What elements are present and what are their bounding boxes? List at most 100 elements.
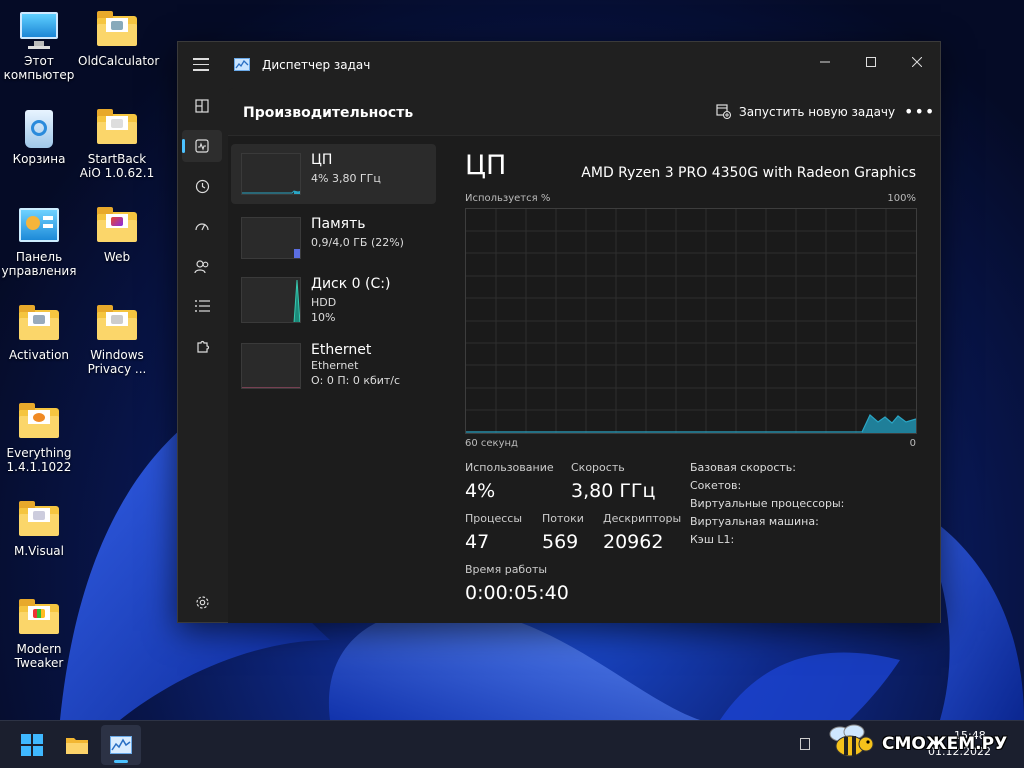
resource-disk[interactable]: Диск 0 (C:) HDD 10% xyxy=(231,268,436,328)
nav-services[interactable] xyxy=(182,330,222,362)
desktop-icon-oldcalculator[interactable]: OldCalculator xyxy=(78,10,160,68)
new-task-icon xyxy=(716,104,731,119)
gear-icon xyxy=(195,595,209,609)
more-options-button[interactable]: ••• xyxy=(904,102,935,121)
spec-virtual-machine: Виртуальная машина: xyxy=(690,515,819,528)
processes-value: 47 xyxy=(465,531,490,553)
graph-label-time: 60 секунд xyxy=(465,438,518,449)
resource-detail: 4% 3,80 ГГц xyxy=(311,172,381,185)
history-icon xyxy=(195,179,209,193)
nav-processes[interactable] xyxy=(182,90,222,122)
speedometer-icon xyxy=(195,223,209,231)
page-header: Производительность Запустить новую задач… xyxy=(228,88,940,136)
cpu-usage-graph xyxy=(465,208,917,434)
folder-icon xyxy=(95,108,139,148)
handles-value: 20962 xyxy=(603,531,664,553)
run-new-task-button[interactable]: Запустить новую задачу xyxy=(716,104,895,119)
title-bar[interactable]: Диспетчер задач xyxy=(178,42,940,88)
handles-label: Дескрипторы xyxy=(603,512,682,525)
speed-value: 3,80 ГГц xyxy=(571,480,656,502)
desktop-icon-label: Everything 1.4.1.1022 xyxy=(6,446,72,474)
tray-notification-icon[interactable] xyxy=(800,738,810,750)
maximize-button[interactable] xyxy=(848,48,894,76)
desktop-icon-label: StartBack AiO 1.0.62.1 xyxy=(79,152,155,180)
resource-name: ЦП xyxy=(311,152,333,168)
nav-rail xyxy=(178,88,226,623)
page-title: Производительность xyxy=(243,105,414,121)
file-explorer-button[interactable] xyxy=(57,725,97,765)
users-icon xyxy=(194,259,209,273)
folder-icon xyxy=(95,206,139,246)
window-title: Диспетчер задач xyxy=(262,58,371,72)
desktop-icon-label: Modern Tweaker xyxy=(14,642,64,670)
folder-icon xyxy=(95,304,139,344)
processes-label: Процессы xyxy=(465,512,523,525)
nav-details[interactable] xyxy=(182,290,222,322)
recycle-bin-icon xyxy=(17,108,61,148)
resource-memory[interactable]: Память 0,9/4,0 ГБ (22%) xyxy=(231,208,436,268)
spec-sockets: Сокетов: xyxy=(690,479,742,492)
resource-ethernet[interactable]: Ethernet Ethernet О: 0 П: 0 кбит/с xyxy=(231,334,436,394)
nav-app-history[interactable] xyxy=(182,170,222,202)
nav-startup[interactable] xyxy=(182,210,222,242)
graph-label-max: 100% xyxy=(887,193,916,204)
resource-name: Память xyxy=(311,216,366,232)
watermark-text: СМОЖЕМ.РУ xyxy=(882,734,1008,754)
nav-settings[interactable] xyxy=(182,586,222,618)
folder-icon xyxy=(17,500,61,540)
task-manager-app-icon xyxy=(234,58,250,71)
desktop-icon-label: Панель управления xyxy=(1,250,77,278)
resource-cpu[interactable]: ЦП 4% 3,80 ГГц xyxy=(231,144,436,204)
nav-performance[interactable] xyxy=(182,130,222,162)
run-new-task-label: Запустить новую задачу xyxy=(739,104,896,119)
speed-label: Скорость xyxy=(571,461,625,474)
desktop-icon-recycle-bin[interactable]: Корзина xyxy=(0,108,78,166)
control-panel-icon xyxy=(17,206,61,246)
list-icon xyxy=(194,300,210,312)
desktop-icon-startback[interactable]: StartBack AiO 1.0.62.1 xyxy=(78,108,156,180)
desktop-icon-mvisual[interactable]: M.Visual xyxy=(0,500,78,558)
desktop-icon-windows-privacy[interactable]: Windows Privacy ... xyxy=(78,304,156,376)
folder-icon xyxy=(17,598,61,638)
graph-label-usage: Используется % xyxy=(465,193,551,204)
memory-mini-graph xyxy=(241,217,301,259)
folder-icon xyxy=(95,10,139,50)
desktop-icon-label: Windows Privacy ... xyxy=(87,348,147,376)
folder-icon xyxy=(17,304,61,344)
cpu-title: ЦП xyxy=(465,150,507,181)
resource-detail: 0,9/4,0 ГБ (22%) xyxy=(311,236,404,249)
desktop-icon-web[interactable]: Web xyxy=(78,206,156,264)
desktop-icon-label: Activation xyxy=(8,348,70,362)
desktop-icon-label: OldCalculator xyxy=(78,54,160,68)
resource-detail: HDD xyxy=(311,296,337,309)
nav-users[interactable] xyxy=(182,250,222,282)
desktop-icon-activation[interactable]: Activation xyxy=(0,304,78,362)
threads-label: Потоки xyxy=(542,512,584,525)
desktop-icon-modern-tweaker[interactable]: Modern Tweaker xyxy=(0,598,78,670)
close-button[interactable] xyxy=(894,48,940,76)
folder-icon xyxy=(66,738,88,754)
puzzle-icon xyxy=(196,340,209,353)
minimize-icon xyxy=(820,61,830,63)
start-button[interactable] xyxy=(12,725,52,765)
disk-mini-graph xyxy=(241,277,301,323)
computer-icon xyxy=(17,10,61,50)
hamburger-menu-icon[interactable] xyxy=(193,58,209,72)
performance-page: Производительность Запустить новую задач… xyxy=(228,88,940,623)
desktop-icon-control-panel[interactable]: Панель управления xyxy=(0,206,78,278)
performance-icon xyxy=(195,139,209,153)
uptime-value: 0:00:05:40 xyxy=(465,582,569,604)
minimize-button[interactable] xyxy=(802,48,848,76)
task-manager-taskbar-button[interactable] xyxy=(101,725,141,765)
desktop-icon-this-pc[interactable]: Этот компьютер xyxy=(0,10,78,82)
uptime-label: Время работы xyxy=(465,563,548,576)
desktop-icon-label: Web xyxy=(103,250,131,264)
site-watermark: СМОЖЕМ.РУ xyxy=(824,722,1024,762)
cpu-model: AMD Ryzen 3 PRO 4350G with Radeon Graphi… xyxy=(581,165,916,181)
desktop-icon-label: Корзина xyxy=(12,152,66,166)
spec-base-speed: Базовая скорость: xyxy=(690,461,796,474)
close-icon xyxy=(912,57,922,67)
desktop-icon-everything[interactable]: Everything 1.4.1.1022 xyxy=(0,402,78,474)
bee-icon xyxy=(829,724,874,757)
desktop-icon-label: Этот компьютер xyxy=(3,54,75,82)
